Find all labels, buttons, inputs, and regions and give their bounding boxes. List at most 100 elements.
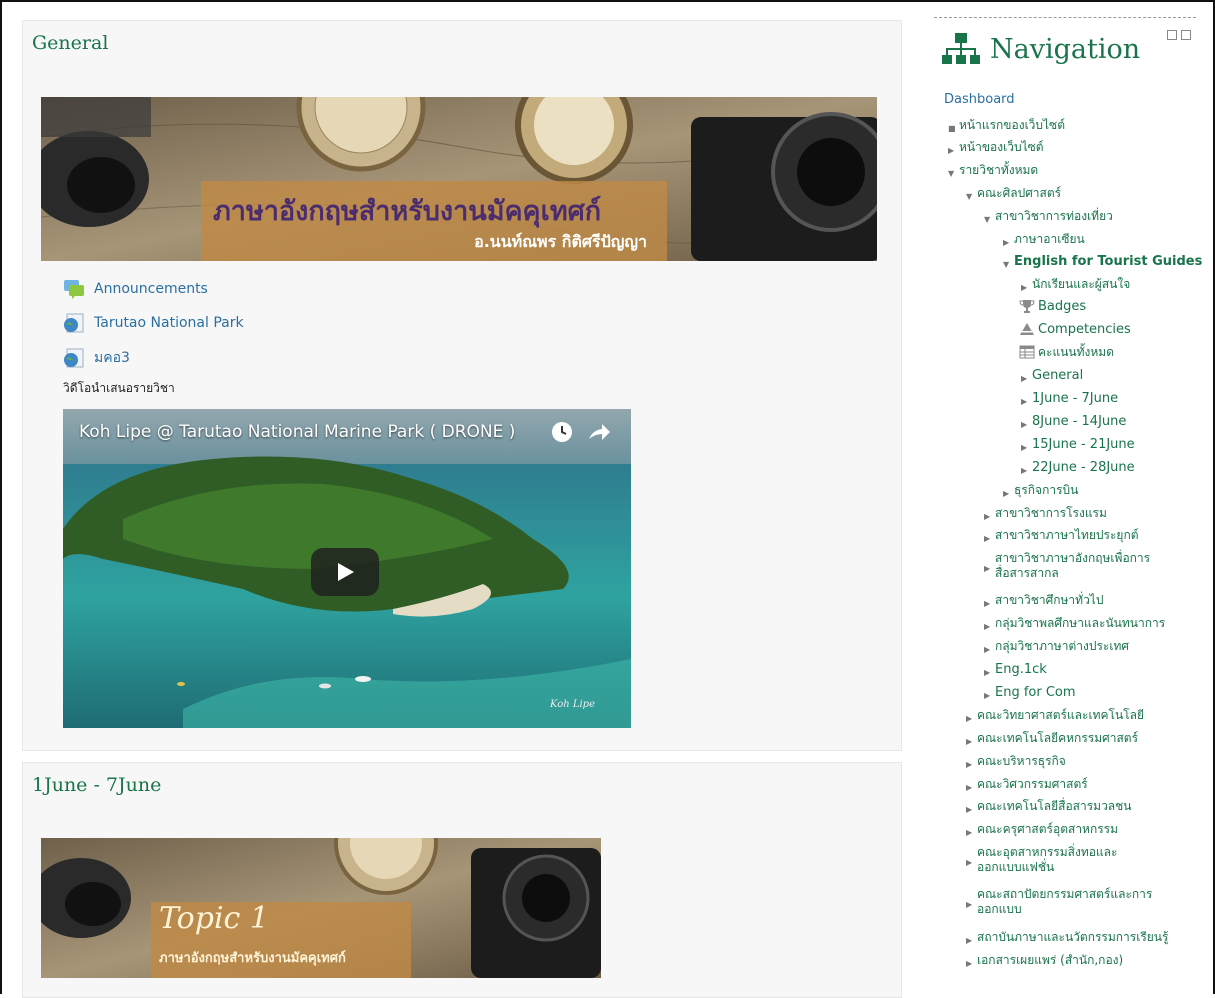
section-title[interactable]: General bbox=[32, 32, 108, 54]
chevron-right-icon: ▶ bbox=[966, 760, 973, 769]
chevron-right-icon: ▶ bbox=[966, 858, 973, 867]
chevron-right-icon: ▶ bbox=[1021, 397, 1028, 406]
chevron-right-icon: ▶ bbox=[1021, 420, 1028, 429]
chevron-right-icon: ▶ bbox=[984, 645, 991, 654]
chevron-right-icon: ▶ bbox=[1021, 374, 1028, 383]
chevron-right-icon: ▶ bbox=[948, 146, 955, 155]
nav-item-participants[interactable]: ▶ นักเรียนและผู้สนใจ bbox=[1021, 277, 1130, 295]
nav-item-badges[interactable]: Badges bbox=[1019, 299, 1086, 314]
nav-item-15june-21june[interactable]: ▶ 15June - 21June bbox=[1021, 437, 1135, 455]
activity-label[interactable]: Tarutao National Park bbox=[94, 315, 244, 331]
chevron-right-icon: ▶ bbox=[984, 599, 991, 608]
nav-item-physical-education[interactable]: ▶ กลุ่มวิชาพลศึกษาและนันทนาการ bbox=[984, 616, 1165, 634]
nav-item-eng-1ck[interactable]: ▶ Eng.1ck bbox=[984, 662, 1047, 680]
sitemap-icon bbox=[942, 33, 980, 64]
activity-tarutao-national-park[interactable]: Tarutao National Park bbox=[63, 313, 244, 333]
nav-item-liberal-arts[interactable]: ▼ คณะศิลปศาสตร์ bbox=[966, 186, 1061, 204]
nav-block-header: Navigation bbox=[942, 33, 1140, 65]
nav-item-competencies[interactable]: Competencies bbox=[1019, 322, 1131, 337]
video-embed[interactable]: Koh Lipe @ Tarutao National Marine Park … bbox=[63, 409, 631, 728]
section-title[interactable]: 1June - 7June bbox=[32, 774, 161, 796]
nav-item-english-intl-communication[interactable]: ▶ สาขาวิชาภาษาอังกฤษเพื่อการสื่อสารสากล bbox=[984, 551, 1189, 581]
nav-item-eng-for-com[interactable]: ▶ Eng for Com bbox=[984, 685, 1076, 703]
banner-author: อ.นนท์ณพร กิติศรีปัญญา bbox=[474, 232, 647, 251]
nav-item-publications[interactable]: ▶ เอกสารเผยแพร่ (สำนัก,กอง) bbox=[966, 953, 1123, 971]
chevron-right-icon: ▶ bbox=[1021, 283, 1028, 292]
nav-item-engineering[interactable]: ▶ คณะวิศวกรรมศาสตร์ bbox=[966, 777, 1088, 795]
chevron-right-icon: ▶ bbox=[1003, 489, 1010, 498]
topic-banner-subtitle: ภาษาอังกฤษสำหรับงานมัคคุเทศก์ bbox=[159, 951, 346, 966]
chevron-right-icon: ▶ bbox=[1003, 238, 1010, 247]
activity-label[interactable]: Announcements bbox=[94, 281, 208, 297]
trophy-icon bbox=[1019, 300, 1035, 313]
dock-block-icon[interactable] bbox=[1167, 30, 1177, 40]
video-watermark: Koh Lipe bbox=[550, 699, 595, 710]
nav-item-applied-thai[interactable]: ▶ สาขาวิชาภาษาไทยประยุกต์ bbox=[984, 528, 1139, 546]
chevron-right-icon: ▶ bbox=[966, 900, 973, 909]
nav-item-english-tourist-guides[interactable]: ▼ English for Tourist Guides bbox=[1003, 254, 1202, 272]
competency-icon bbox=[1020, 323, 1034, 335]
url-globe-icon bbox=[64, 348, 84, 368]
nav-item-general[interactable]: ▶ General bbox=[1021, 368, 1083, 386]
nav-item-site-home[interactable]: ■ หน้าแรกของเว็บไซต์ bbox=[948, 118, 1065, 136]
chevron-down-icon: ▼ bbox=[1003, 260, 1010, 269]
nav-item-asean-languages[interactable]: ▶ ภาษาอาเซียน bbox=[1003, 232, 1085, 250]
nav-item-22june-28june[interactable]: ▶ 22June - 28June bbox=[1021, 460, 1135, 478]
chevron-right-icon: ▶ bbox=[984, 668, 991, 677]
course-banner-image: ภาษาอังกฤษสำหรับงานมัคคุเทศก์ อ.นนท์ณพร … bbox=[41, 97, 877, 261]
nav-item-architecture-design[interactable]: ▶ คณะสถาปัตยกรรมศาสตร์และการออกแบบ bbox=[966, 887, 1181, 917]
section-1june-7june: 1June - 7June Topic 1 ภาษาอังกฤษสำหรับงา… bbox=[22, 762, 902, 998]
chevron-right-icon: ▶ bbox=[966, 936, 973, 945]
chevron-right-icon: ▶ bbox=[984, 534, 991, 543]
watch-later-clock-icon[interactable] bbox=[551, 421, 573, 443]
nav-item-business-admin[interactable]: ▶ คณะบริหารธุรกิจ bbox=[966, 754, 1066, 772]
forum-icon bbox=[64, 280, 84, 299]
play-icon bbox=[338, 563, 354, 581]
nav-item-home-economics[interactable]: ▶ คณะเทคโนโลยีคหกรรมศาสตร์ bbox=[966, 731, 1138, 749]
nav-dashboard-link[interactable]: Dashboard bbox=[944, 92, 1015, 107]
topic-banner-image: Topic 1 ภาษาอังกฤษสำหรับงานมัคคุเทศก์ bbox=[41, 838, 601, 978]
nav-item-general-education[interactable]: ▶ สาขาวิชาศึกษาทั่วไป bbox=[984, 593, 1103, 611]
activity-mko3[interactable]: มคอ3 bbox=[63, 347, 130, 369]
banner-title: ภาษาอังกฤษสำหรับงานมัคคุเทศก์ bbox=[213, 196, 602, 227]
chevron-right-icon: ▶ bbox=[984, 622, 991, 631]
nav-item-grades[interactable]: คะแนนทั้งหมด bbox=[1019, 345, 1114, 360]
share-arrow-icon[interactable] bbox=[587, 421, 611, 443]
nav-item-industrial-education[interactable]: ▶ คณะครุศาสตร์อุตสาหกรรม bbox=[966, 822, 1118, 840]
nav-item-hotel[interactable]: ▶ สาขาวิชาการโรงแรม bbox=[984, 506, 1107, 524]
nav-item-foreign-languages[interactable]: ▶ กลุ่มวิชาภาษาต่างประเทศ bbox=[984, 639, 1129, 657]
chevron-down-icon: ▼ bbox=[948, 169, 955, 178]
nav-item-site-pages[interactable]: ▶ หน้าของเว็บไซต์ bbox=[948, 140, 1044, 158]
nav-item-science-technology[interactable]: ▶ คณะวิทยาศาสตร์และเทคโนโลยี bbox=[966, 708, 1144, 726]
chevron-right-icon: ▶ bbox=[1021, 443, 1028, 452]
play-button[interactable] bbox=[311, 548, 379, 596]
nav-item-8june-14june[interactable]: ▶ 8June - 14June bbox=[1021, 414, 1126, 432]
chevron-right-icon: ▶ bbox=[966, 714, 973, 723]
nav-item-tourism[interactable]: ▼ สาขาวิชาการท่องเที่ยว bbox=[984, 209, 1113, 227]
collapse-block-icon[interactable] bbox=[1181, 30, 1191, 40]
video-title[interactable]: Koh Lipe @ Tarutao National Marine Park … bbox=[79, 422, 515, 442]
chevron-down-icon: ▼ bbox=[966, 192, 973, 201]
section-general: General ภาษาอังกฤษสำหรับงานมัคคุเทศก์ อ.… bbox=[22, 20, 902, 751]
chevron-right-icon: ▶ bbox=[966, 783, 973, 792]
chevron-right-icon: ▶ bbox=[966, 828, 973, 837]
nav-item-language-institute[interactable]: ▶ สถาบันภาษาและนวัตกรรมการเรียนรู้ bbox=[966, 930, 1168, 948]
activity-label[interactable]: มคอ3 bbox=[94, 347, 130, 369]
chevron-right-icon: ▶ bbox=[966, 805, 973, 814]
topic-banner-title: Topic 1 bbox=[159, 901, 269, 936]
text-label: วิดีโอนำเสนอรายวิชา bbox=[63, 381, 175, 395]
chevron-right-icon: ▶ bbox=[984, 512, 991, 521]
chevron-down-icon: ▼ bbox=[984, 215, 991, 224]
activity-announcements[interactable]: Announcements bbox=[63, 279, 208, 299]
url-globe-icon bbox=[64, 313, 84, 333]
nav-item-aviation-business[interactable]: ▶ ธุรกิจการบิน bbox=[1003, 483, 1078, 501]
bullet-square-icon: ■ bbox=[948, 124, 956, 133]
nav-item-textile-fashion[interactable]: ▶ คณะอุตสาหกรรมสิ่งทอและออกแบบแฟชั่น bbox=[966, 845, 1156, 875]
chevron-right-icon: ▶ bbox=[966, 737, 973, 746]
nav-item-1june-7june[interactable]: ▶ 1June - 7June bbox=[1021, 391, 1118, 409]
nav-block-title: Navigation bbox=[990, 33, 1141, 65]
nav-item-mass-communication[interactable]: ▶ คณะเทคโนโลยีสื่อสารมวลชน bbox=[966, 799, 1132, 817]
grades-table-icon bbox=[1019, 345, 1035, 359]
chevron-right-icon: ▶ bbox=[984, 691, 991, 700]
nav-item-all-courses[interactable]: ▼ รายวิชาทั้งหมด bbox=[948, 163, 1038, 181]
